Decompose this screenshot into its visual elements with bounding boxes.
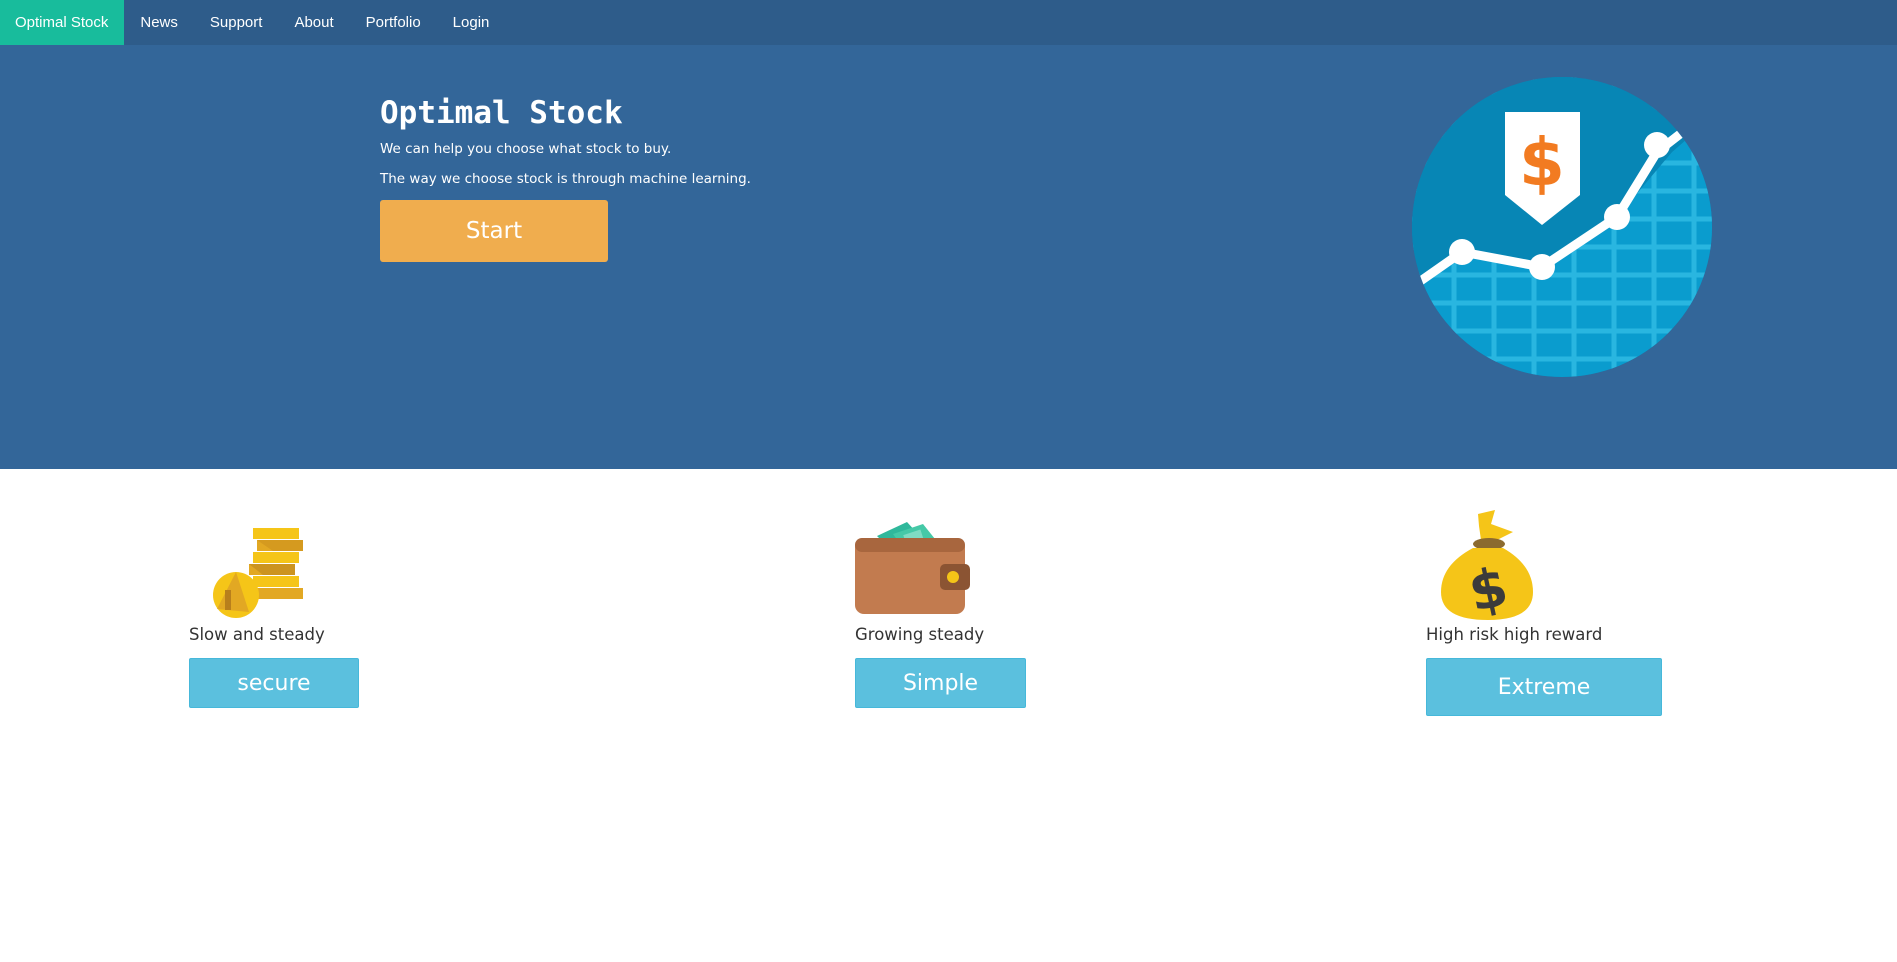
feature-label-high-risk-high-reward: High risk high reward	[1426, 625, 1603, 644]
feature-label-slow-and-steady: Slow and steady	[189, 625, 325, 644]
hero-section: Optimal Stock We can help you choose wha…	[0, 45, 1897, 469]
feature-label-growing-steady: Growing steady	[855, 625, 985, 644]
coins-stack-icon	[213, 528, 303, 618]
secure-button[interactable]: secure	[189, 658, 359, 708]
hero-description: The way we choose stock is through machi…	[380, 171, 751, 187]
simple-button[interactable]: Simple	[855, 658, 1026, 708]
svg-text:$: $	[1519, 124, 1565, 201]
stock-growth-chart-icon: $	[1412, 77, 1712, 377]
money-bag-icon: $	[1441, 510, 1533, 622]
wallet-icon	[855, 522, 970, 614]
nav-item-news[interactable]: News	[124, 0, 194, 45]
extreme-button[interactable]: Extreme	[1426, 658, 1662, 716]
hero-tagline: We can help you choose what stock to buy…	[380, 141, 672, 157]
hero-title: Optimal Stock	[380, 95, 623, 131]
nav-brand-optimal-stock[interactable]: Optimal Stock	[0, 0, 125, 45]
nav-item-login[interactable]: Login	[437, 0, 506, 45]
nav-item-portfolio[interactable]: Portfolio	[350, 0, 437, 45]
nav-item-about[interactable]: About	[278, 0, 349, 45]
nav-item-support[interactable]: Support	[194, 0, 279, 45]
top-navbar: Optimal Stock News Support About Portfol…	[0, 0, 1897, 45]
start-button[interactable]: Start	[380, 200, 608, 262]
